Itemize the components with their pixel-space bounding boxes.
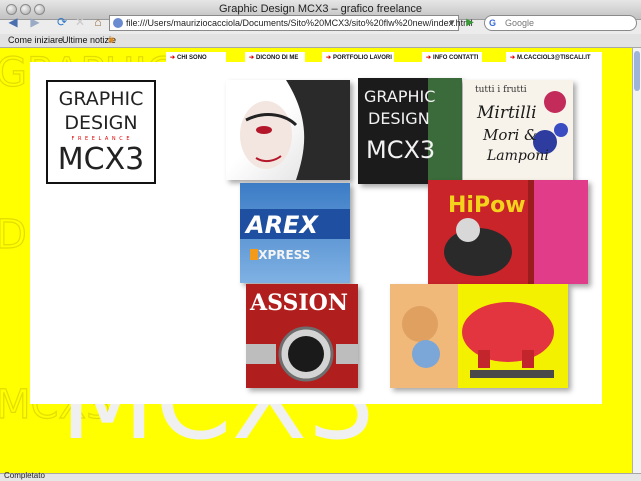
hipow-cover-graphic: HiPow	[428, 180, 588, 284]
cube-line-design: DESIGN	[368, 109, 430, 128]
file-globe-icon	[113, 18, 123, 28]
stop-icon: ✕	[74, 15, 86, 29]
arex-express-word: EXPRESS	[250, 248, 310, 262]
site-logo: GRAPHIC DESIGN F R E E L A N C E MCX3	[46, 80, 156, 184]
passion-word: ASSION	[249, 290, 348, 316]
arex-logo-graphic: AREX EXPRESS	[240, 209, 350, 262]
window-title: Graphic Design MCX3 – grafico freelance	[219, 3, 422, 15]
piggy-bank-graphic	[390, 284, 554, 388]
portfolio-tile-portrait[interactable]	[226, 80, 350, 180]
portfolio-tile-tutti-frutti[interactable]: tutti i frutti Mirtilli Mori & Lamponi	[463, 80, 573, 184]
rss-feed-icon: ◉	[108, 35, 115, 44]
portfolio-tile-hipow[interactable]: HiPow	[428, 180, 588, 284]
status-text: Completato	[4, 471, 45, 480]
nav-arrow-icon: ➔	[170, 55, 176, 61]
mcx3-cube-graphic: GRAPHIC DESIGN MCX3	[364, 78, 462, 184]
tutti-line-mirtilli: Mirtilli	[476, 103, 537, 123]
page-content: GRAPHIC DESIGN MCX3 GRAPHIC DESIGN MCX3 …	[0, 48, 632, 473]
cube-line-graphic: GRAPHIC	[364, 87, 435, 106]
reload-button[interactable]: ⟳	[55, 15, 69, 29]
portfolio-tile-arex-express[interactable]: AREX EXPRESS	[240, 183, 350, 283]
vertical-scrollbar[interactable]	[632, 48, 641, 473]
cube-line-mcx3: MCX3	[366, 136, 435, 164]
portfolio-tile-mcx3-cube[interactable]: GRAPHIC DESIGN MCX3	[358, 78, 462, 184]
tutti-line-mori: Mori &	[482, 126, 537, 144]
logo-line-design: DESIGN	[64, 112, 138, 134]
forward-arrow-icon: ▶	[30, 15, 40, 29]
bookmark-come-iniziare[interactable]: Come iniziare	[8, 35, 63, 45]
status-bar: Completato	[0, 471, 641, 481]
stop-button[interactable]: ✕	[73, 15, 87, 29]
back-arrow-icon: ◀	[8, 15, 18, 29]
nav-email-link[interactable]: ➔ M.CACCIOL3@TISCALI.IT	[506, 52, 602, 64]
nav-info-contatti[interactable]: ➔ INFO CONTATTI	[422, 52, 482, 64]
logo-line-graphic: GRAPHIC	[58, 88, 144, 110]
go-arrow-icon: ▶	[466, 17, 474, 28]
home-icon: ⌂	[94, 15, 102, 29]
logo-line-mcx3: MCX3	[57, 142, 145, 177]
portrait-illustration-icon	[240, 80, 350, 180]
nav-arrow-icon: ➔	[426, 55, 432, 61]
portfolio-tile-piggy-bank[interactable]	[390, 284, 568, 388]
nav-portfolio-lavori[interactable]: ➔ PORTFOLIO LAVORI	[322, 52, 394, 64]
url-bar[interactable]: file:///Users/mauriziocacciola/Documents…	[109, 15, 473, 31]
passion-watch-graphic: ASSION	[246, 290, 358, 382]
search-input[interactable]: G Google	[484, 15, 637, 31]
nav-arrow-icon: ➔	[510, 55, 516, 61]
bookmarks-bar: Come iniziare Ultime notizie ◉	[0, 34, 641, 48]
hipow-word: HiPow	[448, 193, 526, 218]
go-button[interactable]: ▶	[463, 15, 477, 31]
back-button[interactable]: ◀	[3, 15, 23, 29]
tutti-frutti-graphic: tutti i frutti Mirtilli Mori & Lamponi	[475, 85, 568, 164]
google-search-icon[interactable]: G	[489, 16, 496, 30]
url-dropdown-icon[interactable]: ▼	[448, 16, 456, 30]
forward-button[interactable]: ▶	[25, 15, 45, 29]
portfolio-tile-passion[interactable]: ASSION	[246, 284, 358, 388]
reload-icon: ⟳	[56, 15, 68, 29]
tutti-title: tutti i frutti	[475, 85, 527, 95]
nav-arrow-icon: ➔	[326, 55, 332, 61]
tutti-line-lamponi: Lamponi	[486, 148, 549, 164]
scrollbar-thumb[interactable]	[634, 51, 640, 91]
url-text: file:///Users/mauriziocacciola/Documents…	[126, 18, 473, 28]
nav-chi-sono[interactable]: ➔ CHI SONO	[166, 52, 226, 64]
site-nav: ➔ CHI SONO ➔ DICONO DI ME ➔ PORTFOLIO LAVOR…	[0, 52, 632, 64]
search-placeholder: Google	[505, 18, 535, 28]
arex-word: AREX	[244, 211, 319, 239]
nav-arrow-icon: ➔	[249, 55, 255, 61]
nav-dicono-di-me[interactable]: ➔ DICONO DI ME	[245, 52, 305, 64]
home-button[interactable]: ⌂	[91, 15, 105, 29]
